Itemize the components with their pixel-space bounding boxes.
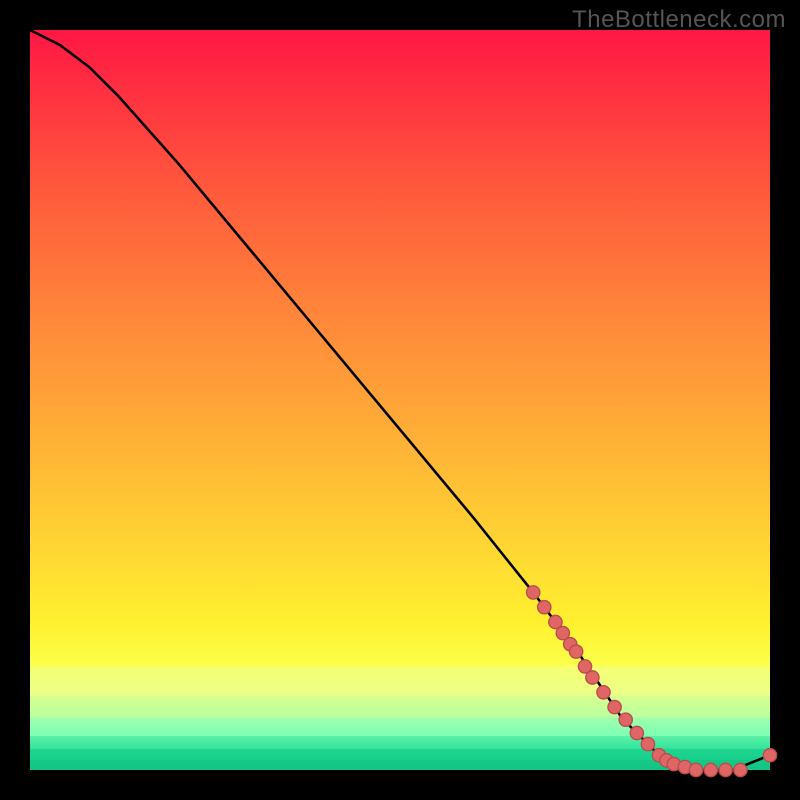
data-point xyxy=(734,763,747,776)
data-point xyxy=(719,763,732,776)
data-point xyxy=(597,686,610,699)
data-point xyxy=(641,737,654,750)
bottleneck-curve xyxy=(30,30,770,770)
data-point xyxy=(619,713,632,726)
data-point xyxy=(763,749,776,762)
data-point xyxy=(586,671,599,684)
data-point xyxy=(608,700,621,713)
chart-frame: TheBottleneck.com xyxy=(0,0,800,800)
chart-svg xyxy=(30,30,770,770)
data-point xyxy=(527,586,540,599)
data-point xyxy=(569,645,582,658)
highlighted-points xyxy=(527,586,777,777)
plot-area xyxy=(30,30,770,770)
data-point xyxy=(704,763,717,776)
data-point xyxy=(538,601,551,614)
data-point xyxy=(689,763,702,776)
data-point xyxy=(630,726,643,739)
